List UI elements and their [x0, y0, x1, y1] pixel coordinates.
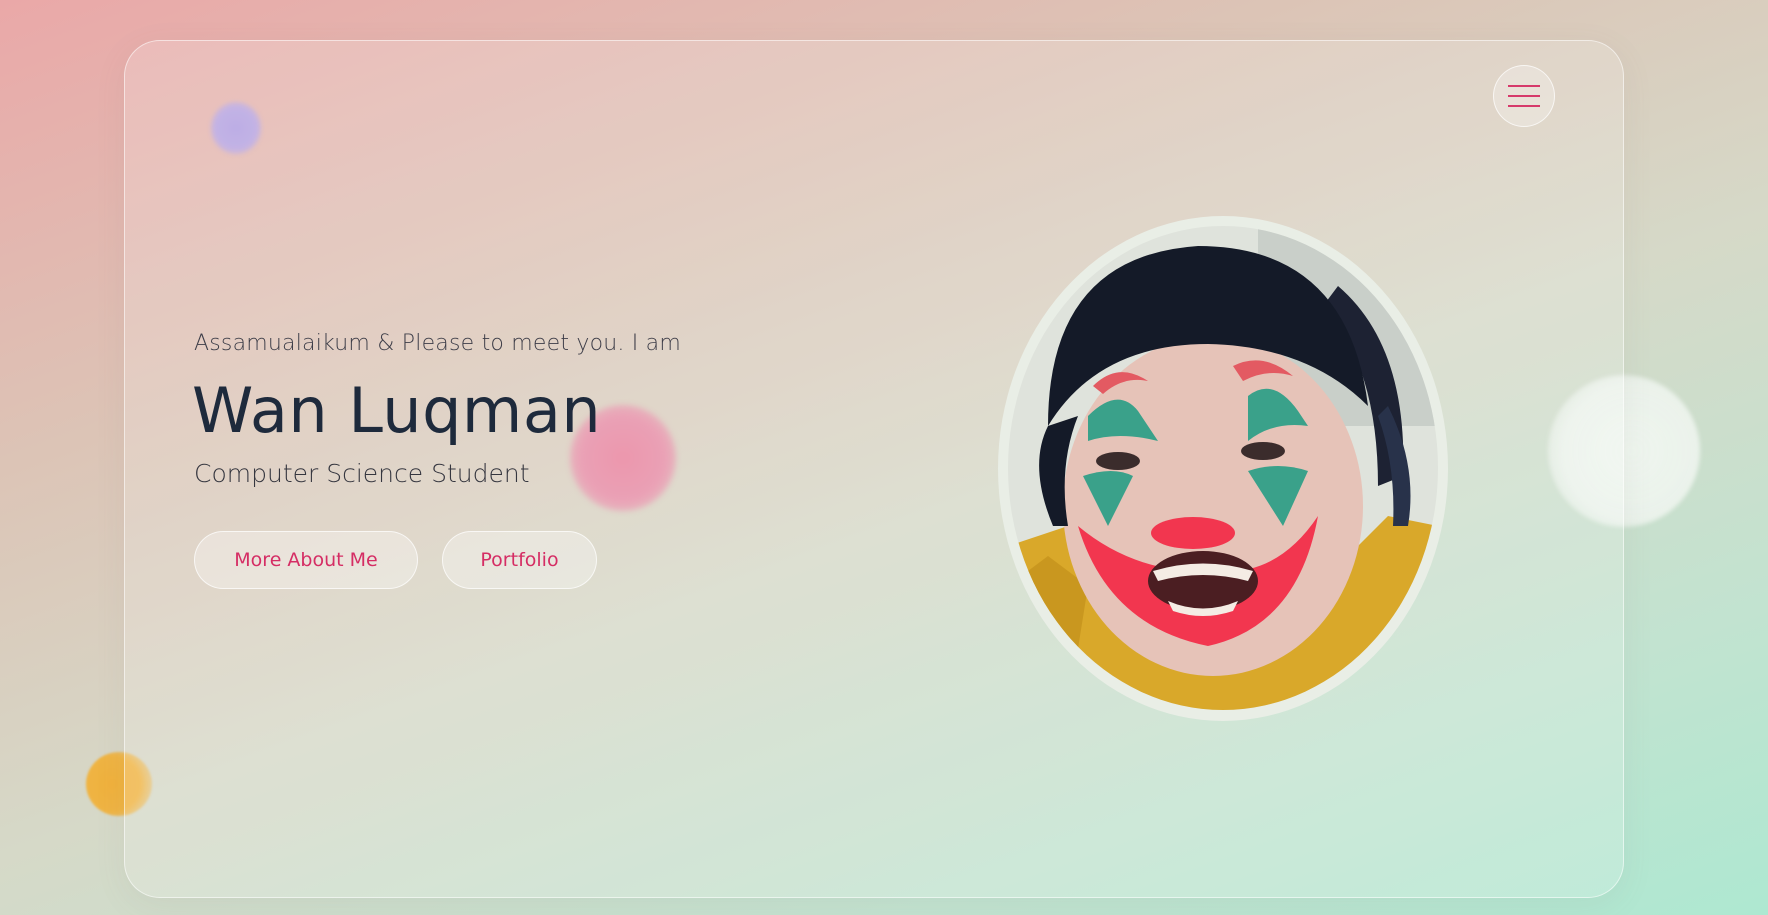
profile-photo-illustration: [1008, 226, 1438, 710]
hamburger-menu-icon: [1508, 85, 1540, 107]
menu-button[interactable]: [1493, 65, 1555, 127]
hero-greeting: Assamualaikum & Please to meet you. I am: [194, 331, 681, 356]
hero-role: Computer Science Student: [194, 459, 530, 488]
profile-photo: [998, 216, 1448, 721]
portfolio-button[interactable]: Portfolio: [442, 531, 597, 589]
more-about-me-button[interactable]: More About Me: [194, 531, 418, 589]
hero-name: Wan Luqman: [192, 374, 602, 447]
